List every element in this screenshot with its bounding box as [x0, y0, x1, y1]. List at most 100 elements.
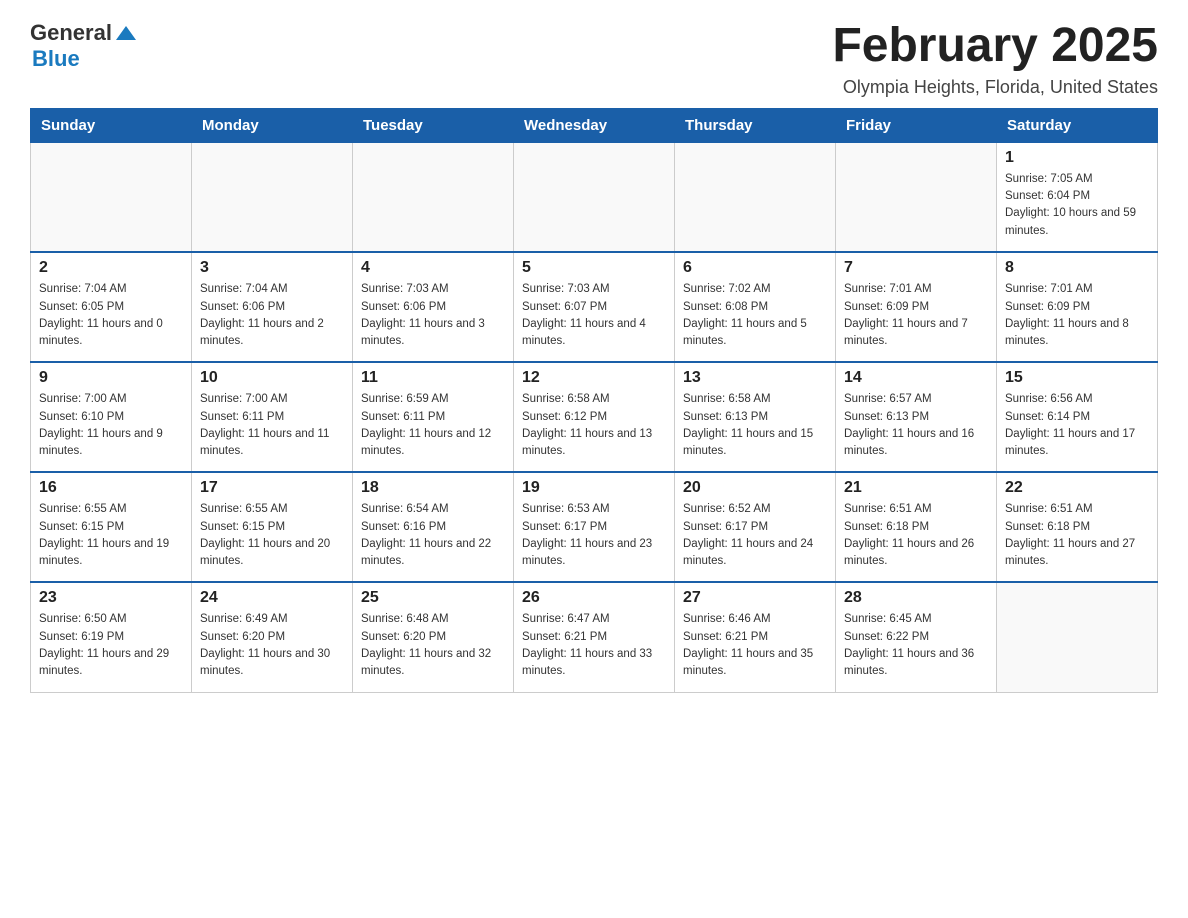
- day-number: 9: [39, 369, 183, 387]
- calendar-cell: [353, 142, 514, 252]
- day-number: 28: [844, 589, 988, 607]
- day-info: Sunrise: 6:55 AM Sunset: 6:15 PM Dayligh…: [39, 501, 183, 570]
- calendar-cell: [675, 142, 836, 252]
- calendar-cell: 22 Sunrise: 6:51 AM Sunset: 6:18 PM Dayli…: [997, 472, 1158, 582]
- day-number: 12: [522, 369, 666, 387]
- calendar-cell: 6 Sunrise: 7:02 AM Sunset: 6:08 PM Daylig…: [675, 252, 836, 362]
- page-header: General Blue February 2025 Olympia Heigh…: [30, 20, 1158, 98]
- day-info: Sunrise: 7:04 AM Sunset: 6:05 PM Dayligh…: [39, 281, 183, 350]
- day-number: 13: [683, 369, 827, 387]
- calendar-cell: 8 Sunrise: 7:01 AM Sunset: 6:09 PM Daylig…: [997, 252, 1158, 362]
- day-info: Sunrise: 6:57 AM Sunset: 6:13 PM Dayligh…: [844, 391, 988, 460]
- day-info: Sunrise: 6:53 AM Sunset: 6:17 PM Dayligh…: [522, 501, 666, 570]
- day-number: 10: [200, 369, 344, 387]
- calendar-header-wednesday: Wednesday: [514, 108, 675, 142]
- calendar-cell: 16Sunrise: 6:55 AM Sunset: 6:15 PM Dayli…: [31, 472, 192, 582]
- day-info: Sunrise: 6:56 AM Sunset: 6:14 PM Dayligh…: [1005, 391, 1149, 460]
- calendar-cell: 7 Sunrise: 7:01 AM Sunset: 6:09 PM Daylig…: [836, 252, 997, 362]
- day-info: Sunrise: 6:51 AM Sunset: 6:18 PM Dayligh…: [1005, 501, 1149, 570]
- day-info: Sunrise: 7:00 AM Sunset: 6:11 PM Dayligh…: [200, 391, 344, 460]
- calendar-cell: 26Sunrise: 6:47 AM Sunset: 6:21 PM Dayli…: [514, 582, 675, 692]
- day-info: Sunrise: 6:58 AM Sunset: 6:13 PM Dayligh…: [683, 391, 827, 460]
- day-info: Sunrise: 6:46 AM Sunset: 6:21 PM Dayligh…: [683, 611, 827, 680]
- calendar-cell: 2 Sunrise: 7:04 AM Sunset: 6:05 PM Daylig…: [31, 252, 192, 362]
- calendar-cell: 15Sunrise: 6:56 AM Sunset: 6:14 PM Dayli…: [997, 362, 1158, 472]
- calendar-header-row: SundayMondayTuesdayWednesdayThursdayFrid…: [31, 108, 1158, 142]
- day-info: Sunrise: 7:02 AM Sunset: 6:08 PM Dayligh…: [683, 281, 827, 350]
- calendar-header-friday: Friday: [836, 108, 997, 142]
- calendar-header-saturday: Saturday: [997, 108, 1158, 142]
- calendar-cell: 19 Sunrise: 6:53 AM Sunset: 6:17 PM Dayli…: [514, 472, 675, 582]
- day-info: Sunrise: 6:50 AM Sunset: 6:19 PM Dayligh…: [39, 611, 183, 680]
- day-info: Sunrise: 6:58 AM Sunset: 6:12 PM Dayligh…: [522, 391, 666, 460]
- calendar-week-row: 16Sunrise: 6:55 AM Sunset: 6:15 PM Dayli…: [31, 472, 1158, 582]
- calendar-cell: 13 Sunrise: 6:58 AM Sunset: 6:13 PM Dayli…: [675, 362, 836, 472]
- calendar-header-sunday: Sunday: [31, 108, 192, 142]
- day-info: Sunrise: 7:05 AM Sunset: 6:04 PM Dayligh…: [1005, 171, 1149, 240]
- calendar-cell: 28 Sunrise: 6:45 AM Sunset: 6:22 PM Dayli…: [836, 582, 997, 692]
- calendar-cell: 23 Sunrise: 6:50 AM Sunset: 6:19 PM Dayli…: [31, 582, 192, 692]
- calendar-cell: [997, 582, 1158, 692]
- calendar-week-row: 23 Sunrise: 6:50 AM Sunset: 6:19 PM Dayli…: [31, 582, 1158, 692]
- calendar-cell: 5 Sunrise: 7:03 AM Sunset: 6:07 PM Daylig…: [514, 252, 675, 362]
- day-number: 5: [522, 259, 666, 277]
- day-info: Sunrise: 7:01 AM Sunset: 6:09 PM Dayligh…: [844, 281, 988, 350]
- calendar-cell: [192, 142, 353, 252]
- calendar-header-monday: Monday: [192, 108, 353, 142]
- calendar-header-thursday: Thursday: [675, 108, 836, 142]
- day-number: 4: [361, 259, 505, 277]
- day-info: Sunrise: 6:52 AM Sunset: 6:17 PM Dayligh…: [683, 501, 827, 570]
- day-info: Sunrise: 7:03 AM Sunset: 6:06 PM Dayligh…: [361, 281, 505, 350]
- day-info: Sunrise: 7:03 AM Sunset: 6:07 PM Dayligh…: [522, 281, 666, 350]
- day-info: Sunrise: 7:00 AM Sunset: 6:10 PM Dayligh…: [39, 391, 183, 460]
- day-number: 2: [39, 259, 183, 277]
- calendar-subtitle: Olympia Heights, Florida, United States: [832, 77, 1158, 98]
- day-number: 18: [361, 479, 505, 497]
- calendar-week-row: 1 Sunrise: 7:05 AM Sunset: 6:04 PM Daylig…: [31, 142, 1158, 252]
- calendar-cell: [514, 142, 675, 252]
- day-info: Sunrise: 7:01 AM Sunset: 6:09 PM Dayligh…: [1005, 281, 1149, 350]
- calendar-cell: 20 Sunrise: 6:52 AM Sunset: 6:17 PM Dayli…: [675, 472, 836, 582]
- calendar-cell: 14 Sunrise: 6:57 AM Sunset: 6:13 PM Dayli…: [836, 362, 997, 472]
- day-number: 20: [683, 479, 827, 497]
- day-number: 21: [844, 479, 988, 497]
- calendar-cell: [836, 142, 997, 252]
- calendar-cell: 27Sunrise: 6:46 AM Sunset: 6:21 PM Dayli…: [675, 582, 836, 692]
- day-number: 1: [1005, 149, 1149, 167]
- logo-text-general: General: [30, 20, 112, 46]
- day-info: Sunrise: 6:54 AM Sunset: 6:16 PM Dayligh…: [361, 501, 505, 570]
- logo: General Blue: [30, 20, 136, 72]
- calendar-cell: 24Sunrise: 6:49 AM Sunset: 6:20 PM Dayli…: [192, 582, 353, 692]
- day-number: 22: [1005, 479, 1149, 497]
- day-info: Sunrise: 7:04 AM Sunset: 6:06 PM Dayligh…: [200, 281, 344, 350]
- calendar-cell: 1 Sunrise: 7:05 AM Sunset: 6:04 PM Daylig…: [997, 142, 1158, 252]
- day-info: Sunrise: 6:45 AM Sunset: 6:22 PM Dayligh…: [844, 611, 988, 680]
- day-number: 14: [844, 369, 988, 387]
- day-number: 26: [522, 589, 666, 607]
- logo-text-blue: Blue: [32, 46, 80, 72]
- day-info: Sunrise: 6:48 AM Sunset: 6:20 PM Dayligh…: [361, 611, 505, 680]
- calendar-cell: 25 Sunrise: 6:48 AM Sunset: 6:20 PM Dayli…: [353, 582, 514, 692]
- calendar-week-row: 9 Sunrise: 7:00 AM Sunset: 6:10 PM Daylig…: [31, 362, 1158, 472]
- calendar-week-row: 2 Sunrise: 7:04 AM Sunset: 6:05 PM Daylig…: [31, 252, 1158, 362]
- day-number: 8: [1005, 259, 1149, 277]
- calendar-cell: 18 Sunrise: 6:54 AM Sunset: 6:16 PM Dayli…: [353, 472, 514, 582]
- title-section: February 2025 Olympia Heights, Florida, …: [832, 20, 1158, 98]
- day-info: Sunrise: 6:59 AM Sunset: 6:11 PM Dayligh…: [361, 391, 505, 460]
- day-number: 6: [683, 259, 827, 277]
- calendar-cell: [31, 142, 192, 252]
- calendar-header-tuesday: Tuesday: [353, 108, 514, 142]
- day-number: 23: [39, 589, 183, 607]
- calendar-title: February 2025: [832, 20, 1158, 73]
- day-number: 7: [844, 259, 988, 277]
- calendar-cell: 9 Sunrise: 7:00 AM Sunset: 6:10 PM Daylig…: [31, 362, 192, 472]
- day-info: Sunrise: 6:51 AM Sunset: 6:18 PM Dayligh…: [844, 501, 988, 570]
- calendar-cell: 11Sunrise: 6:59 AM Sunset: 6:11 PM Dayli…: [353, 362, 514, 472]
- calendar-cell: 10 Sunrise: 7:00 AM Sunset: 6:11 PM Dayli…: [192, 362, 353, 472]
- day-number: 25: [361, 589, 505, 607]
- calendar-cell: 17 Sunrise: 6:55 AM Sunset: 6:15 PM Dayli…: [192, 472, 353, 582]
- day-number: 19: [522, 479, 666, 497]
- day-number: 17: [200, 479, 344, 497]
- day-number: 24: [200, 589, 344, 607]
- day-info: Sunrise: 6:55 AM Sunset: 6:15 PM Dayligh…: [200, 501, 344, 570]
